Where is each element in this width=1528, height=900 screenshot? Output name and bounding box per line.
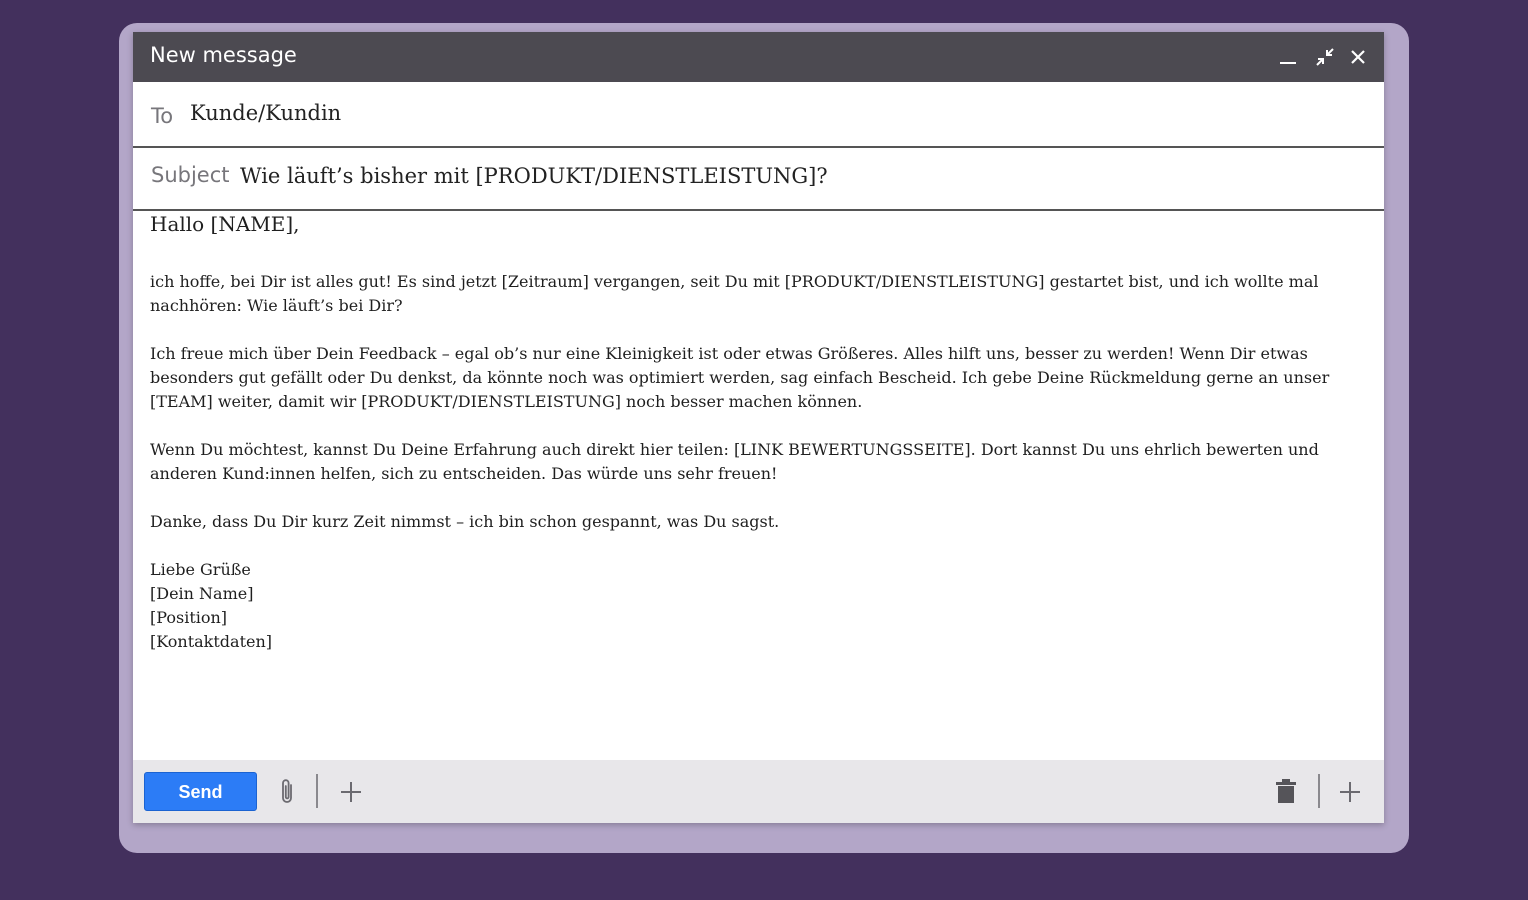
- greeting-line: Hallo [NAME],: [150, 212, 300, 236]
- plus-icon[interactable]: [1338, 780, 1362, 808]
- to-field-row[interactable]: To Kunde/Kundin: [133, 82, 1384, 148]
- toolbar-divider: [316, 774, 318, 808]
- trash-icon[interactable]: [1274, 778, 1298, 810]
- subject-field-row[interactable]: Subject Wie läuft’s bisher mit [PRODUKT/…: [133, 148, 1384, 211]
- exit-fullscreen-icon[interactable]: [1312, 44, 1338, 70]
- body-paragraph: ich hoffe, bei Dir ist alles gut! Es sin…: [150, 272, 1319, 315]
- title-bar: New message: [133, 32, 1384, 82]
- message-body[interactable]: Hallo [NAME], ich hoffe, bei Dir ist all…: [150, 210, 1330, 654]
- signature-name: [Dein Name]: [150, 584, 254, 603]
- subject-label: Subject: [151, 163, 230, 187]
- to-label: To: [151, 104, 174, 128]
- close-icon[interactable]: [1345, 44, 1371, 70]
- compose-window: New message To Kunde/Kundin Subject Wie …: [133, 32, 1384, 823]
- plus-icon[interactable]: [339, 780, 363, 808]
- signature-closing: Liebe Grüße: [150, 560, 251, 579]
- paperclip-icon[interactable]: [276, 777, 300, 811]
- toolbar-divider: [1318, 774, 1320, 808]
- compose-toolbar: Send: [133, 760, 1384, 823]
- to-field[interactable]: Kunde/Kundin: [190, 101, 341, 125]
- signature-position: [Position]: [150, 608, 228, 627]
- minimize-icon[interactable]: [1275, 44, 1301, 70]
- body-paragraph: Ich freue mich über Dein Feedback – egal…: [150, 344, 1330, 411]
- subject-field[interactable]: Wie läuft’s bisher mit [PRODUKT/DIENSTLE…: [240, 164, 828, 188]
- body-paragraph: Danke, dass Du Dir kurz Zeit nimmst – ic…: [150, 512, 780, 531]
- body-paragraph: Wenn Du möchtest, kannst Du Deine Erfahr…: [150, 440, 1319, 483]
- window-title: New message: [150, 43, 297, 67]
- send-button[interactable]: Send: [144, 772, 257, 811]
- signature-contact: [Kontaktdaten]: [150, 632, 273, 651]
